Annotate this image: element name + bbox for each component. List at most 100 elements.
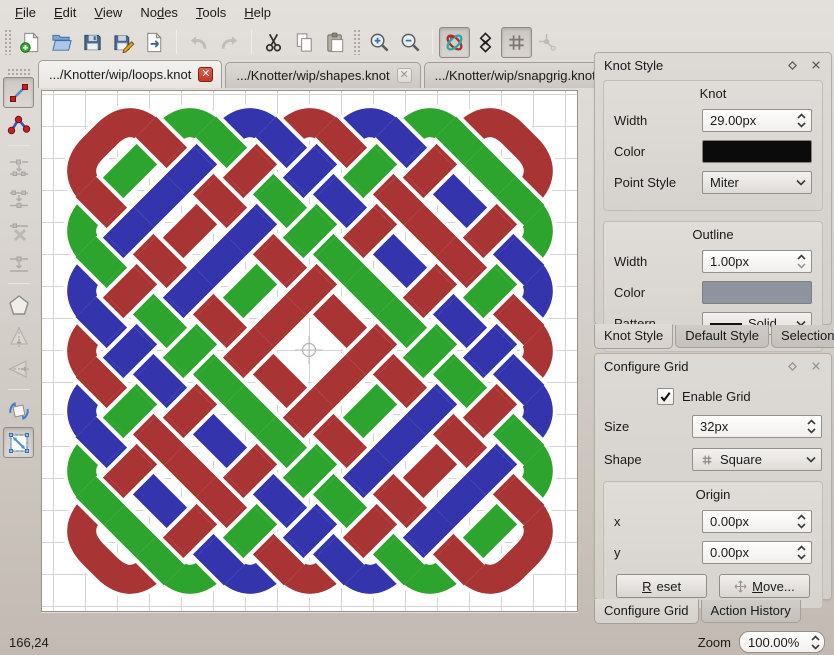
knot-graph-button[interactable] bbox=[470, 27, 501, 58]
spinner-arrows-icon[interactable] bbox=[796, 112, 807, 129]
enable-grid-row: Enable Grid bbox=[657, 388, 831, 405]
style-tab-0[interactable]: Knot Style bbox=[594, 324, 673, 349]
redo-button[interactable] bbox=[214, 27, 245, 58]
toolbar-handle[interactable] bbox=[4, 29, 13, 55]
scale-tool-button[interactable] bbox=[3, 427, 34, 458]
grid-toggle-button[interactable] bbox=[501, 27, 532, 58]
mirror-vertical-button[interactable] bbox=[3, 321, 34, 352]
document-tab-1[interactable]: .../Knotter/wip/shapes.knot ✕ bbox=[225, 62, 420, 88]
grid-tab-1[interactable]: Action History bbox=[701, 600, 801, 623]
open-document-button[interactable] bbox=[46, 27, 77, 58]
save-as-button[interactable] bbox=[108, 27, 139, 58]
zoom-out-icon bbox=[399, 31, 422, 54]
sidebar-separator bbox=[8, 283, 30, 284]
knot-color-swatch[interactable] bbox=[702, 140, 812, 163]
spinner-arrows-icon[interactable] bbox=[796, 513, 807, 530]
outline-color-swatch[interactable] bbox=[702, 281, 812, 304]
menu-nodes[interactable]: Nodes bbox=[131, 2, 187, 23]
spinner-arrows-icon[interactable] bbox=[806, 418, 817, 435]
polygon-tool-icon bbox=[7, 293, 31, 317]
document-tab-label: .../Knotter/wip/shapes.knot bbox=[236, 68, 389, 83]
close-tab-icon[interactable]: ✕ bbox=[198, 67, 213, 82]
edge-tool-button[interactable] bbox=[3, 77, 34, 108]
float-dock-icon[interactable] bbox=[786, 360, 799, 373]
zoom-out-button[interactable] bbox=[395, 27, 426, 58]
sidebar-separator bbox=[8, 145, 30, 146]
spinner-arrows-icon[interactable] bbox=[810, 634, 821, 651]
node-tool-icon bbox=[7, 113, 31, 137]
grid-tab-0[interactable]: Configure Grid bbox=[594, 599, 699, 624]
new-document-button[interactable] bbox=[15, 27, 46, 58]
menu-help[interactable]: Help bbox=[235, 2, 280, 23]
close-tab-icon[interactable]: ✕ bbox=[397, 68, 412, 83]
paste-button[interactable] bbox=[320, 27, 351, 58]
mirror-horizontal-icon bbox=[7, 357, 31, 381]
node-tool-button[interactable] bbox=[3, 109, 34, 140]
move-button[interactable]: Move... bbox=[719, 574, 810, 598]
style-tab-1[interactable]: Default Style bbox=[675, 325, 769, 348]
undo-icon bbox=[187, 31, 210, 54]
polygon-tool-button[interactable] bbox=[3, 289, 34, 320]
point-style-combobox[interactable]: Miter bbox=[702, 171, 812, 194]
snap-to-nodes-button[interactable] bbox=[532, 27, 563, 58]
outline-width-spinbox[interactable]: 1.00px bbox=[702, 250, 812, 273]
grid-shape-combobox[interactable]: Square bbox=[692, 448, 822, 471]
save-button[interactable] bbox=[77, 27, 108, 58]
rotate-tool-icon bbox=[7, 399, 31, 423]
style-tab-2[interactable]: Selection Style bbox=[771, 325, 834, 348]
close-dock-icon[interactable] bbox=[809, 59, 822, 72]
menubar: FileEditViewNodesToolsHelp bbox=[0, 0, 834, 24]
outline-color-label: Color bbox=[614, 285, 702, 300]
document-tabs: .../Knotter/wip/loops.knot✕.../Knotter/w… bbox=[38, 60, 630, 88]
toolbar-handle[interactable] bbox=[353, 29, 362, 55]
knot-width-spinbox[interactable]: 29.00px bbox=[702, 109, 812, 132]
split-edge-button[interactable] bbox=[3, 183, 34, 214]
paste-icon bbox=[324, 31, 347, 54]
export-button[interactable] bbox=[139, 27, 170, 58]
new-document-icon bbox=[19, 31, 42, 54]
document-tab-0[interactable]: .../Knotter/wip/loops.knot✕ bbox=[38, 60, 222, 88]
statusbar: 166,24 Zoom 100.00% bbox=[0, 629, 834, 655]
zoom-value: 100.00% bbox=[748, 635, 810, 650]
origin-y-spinbox[interactable]: 0.00px bbox=[702, 541, 812, 564]
insert-node-button[interactable] bbox=[3, 151, 34, 182]
document-tab-label: .../Knotter/wip/snapgrig.knot bbox=[435, 68, 596, 83]
spinner-arrows-icon[interactable] bbox=[796, 253, 807, 270]
rotate-tool-button[interactable] bbox=[3, 395, 34, 426]
undo-button[interactable] bbox=[183, 27, 214, 58]
menu-view[interactable]: View bbox=[85, 2, 131, 23]
menu-tools[interactable]: Tools bbox=[187, 2, 235, 23]
toolbar-separator bbox=[251, 30, 252, 54]
grid-size-spinbox[interactable]: 32px bbox=[692, 415, 822, 438]
save-icon bbox=[81, 31, 104, 54]
close-dock-icon[interactable] bbox=[809, 360, 822, 373]
delete-node-icon bbox=[7, 219, 31, 243]
spinner-arrows-icon[interactable] bbox=[796, 544, 807, 561]
menu-edit[interactable]: Edit bbox=[45, 2, 85, 23]
zoom-in-button[interactable] bbox=[364, 27, 395, 58]
grid-size-label: Size bbox=[604, 419, 692, 434]
grid-shape-label: Shape bbox=[604, 452, 692, 467]
merge-node-button[interactable] bbox=[3, 247, 34, 278]
merge-node-icon bbox=[7, 251, 31, 275]
move-cursor-icon bbox=[734, 580, 747, 593]
float-dock-icon[interactable] bbox=[786, 59, 799, 72]
cut-button[interactable] bbox=[258, 27, 289, 58]
save-as-icon bbox=[112, 31, 135, 54]
group-title: Knot bbox=[614, 86, 812, 101]
grid-shape-value: Square bbox=[720, 452, 805, 467]
reset-button[interactable]: Reset bbox=[616, 574, 707, 598]
knot-style-dock-header[interactable]: Knot Style bbox=[595, 53, 831, 77]
enable-grid-checkbox[interactable] bbox=[657, 388, 674, 405]
menu-file[interactable]: File bbox=[6, 2, 45, 23]
grid-toggle-icon bbox=[505, 31, 528, 54]
copy-button[interactable] bbox=[289, 27, 320, 58]
chevron-down-icon bbox=[805, 455, 817, 464]
knot-display-button[interactable] bbox=[439, 27, 470, 58]
origin-x-spinbox[interactable]: 0.00px bbox=[702, 510, 812, 533]
delete-node-button[interactable] bbox=[3, 215, 34, 246]
configure-grid-dock-header[interactable]: Configure Grid bbox=[595, 354, 831, 378]
knot-canvas[interactable] bbox=[41, 90, 578, 612]
mirror-horizontal-button[interactable] bbox=[3, 353, 34, 384]
zoom-spinbox[interactable]: 100.00% bbox=[739, 631, 825, 653]
